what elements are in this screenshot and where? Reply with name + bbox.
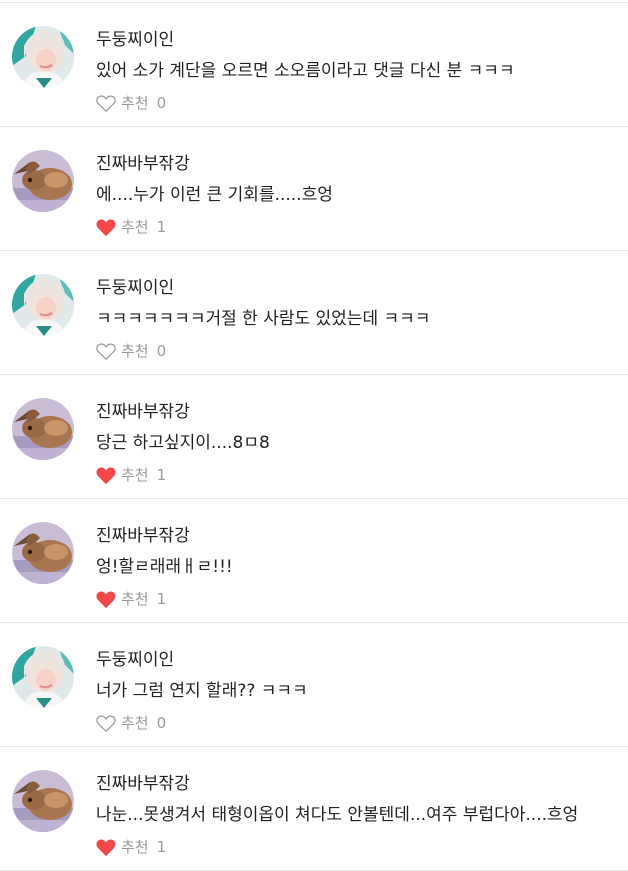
like-count: 1 — [156, 837, 167, 856]
comment-author[interactable]: 진짜바부잒강 — [96, 397, 190, 422]
comment-author[interactable]: 두둥찌이인 — [96, 645, 174, 670]
heart-icon — [95, 713, 117, 733]
like-label: 추천 — [121, 342, 149, 360]
like-button[interactable]: 추천 1 — [95, 464, 166, 485]
like-button[interactable]: 추천 0 — [95, 712, 166, 733]
comment-text: 있어 소가 계단을 오르면 소오름이라고 댓글 다신 분 ㅋㅋㅋ — [96, 61, 515, 81]
comment-list: 두둥찌이인 있어 소가 계단을 오르면 소오름이라고 댓글 다신 분 ㅋㅋㅋ 추… — [0, 3, 628, 871]
comment-item: 진짜바부잒강 당근 하고싶지이....8ㅁ8 추천 1 — [0, 375, 628, 499]
comment-author[interactable]: 진짜바부잒강 — [96, 521, 190, 546]
like-label: 추천 — [121, 466, 149, 484]
comment-item: 진짜바부잒강 나눈...못생겨서 태형이옵이 쳐다도 안볼텐데...여주 부럽다… — [0, 747, 628, 871]
like-button[interactable]: 추천 1 — [95, 836, 166, 857]
like-button[interactable]: 추천 0 — [95, 340, 166, 361]
like-label: 추천 — [121, 218, 149, 236]
avatar[interactable] — [12, 646, 74, 708]
comment-author[interactable]: 진짜바부잒강 — [96, 769, 190, 794]
heart-icon — [95, 589, 117, 609]
comment-item: 두둥찌이인 있어 소가 계단을 오르면 소오름이라고 댓글 다신 분 ㅋㅋㅋ 추… — [0, 3, 628, 127]
like-count: 1 — [156, 217, 167, 236]
like-button[interactable]: 추천 1 — [95, 588, 166, 609]
comment-text: 엉!할ㄹ래래ㅐㄹ!!! — [96, 557, 233, 577]
heart-icon — [95, 217, 117, 237]
like-label: 추천 — [121, 838, 149, 856]
comment-author[interactable]: 진짜바부잒강 — [96, 149, 190, 174]
like-count: 1 — [156, 465, 167, 484]
comment-item: 진짜바부잒강 에....누가 이런 큰 기회를.....흐엉 추천 1 — [0, 127, 628, 251]
like-count: 0 — [156, 93, 167, 112]
heart-icon — [95, 465, 117, 485]
heart-icon — [95, 341, 117, 361]
comment-item: 두둥찌이인 너가 그럼 연지 할래?? ㅋㅋㅋ 추천 0 — [0, 623, 628, 747]
like-label: 추천 — [121, 714, 149, 732]
comment-item: 진짜바부잒강 엉!할ㄹ래래ㅐㄹ!!! 추천 1 — [0, 499, 628, 623]
comment-text: 에....누가 이런 큰 기회를.....흐엉 — [96, 185, 333, 205]
like-count: 0 — [156, 713, 167, 732]
heart-icon — [95, 93, 117, 113]
comment-author[interactable]: 두둥찌이인 — [96, 273, 174, 298]
avatar[interactable] — [12, 770, 74, 832]
like-count: 0 — [156, 341, 167, 360]
heart-icon — [95, 837, 117, 857]
comment-text: 당근 하고싶지이....8ㅁ8 — [96, 433, 270, 453]
comment-text: ㅋㅋㅋㅋㅋㅋㅋ거절 한 사람도 있었는데 ㅋㅋㅋ — [96, 309, 431, 329]
like-label: 추천 — [121, 94, 149, 112]
avatar[interactable] — [12, 26, 74, 88]
avatar[interactable] — [12, 522, 74, 584]
comment-text: 너가 그럼 연지 할래?? ㅋㅋㅋ — [96, 681, 308, 701]
avatar[interactable] — [12, 398, 74, 460]
like-count: 1 — [156, 589, 167, 608]
avatar[interactable] — [12, 274, 74, 336]
avatar[interactable] — [12, 150, 74, 212]
like-button[interactable]: 추천 1 — [95, 216, 166, 237]
comment-text: 나눈...못생겨서 태형이옵이 쳐다도 안볼텐데...여주 부럽다아....흐엉 — [96, 805, 579, 825]
comment-author[interactable]: 두둥찌이인 — [96, 25, 174, 50]
like-label: 추천 — [121, 590, 149, 608]
like-button[interactable]: 추천 0 — [95, 92, 166, 113]
comment-item: 두둥찌이인 ㅋㅋㅋㅋㅋㅋㅋ거절 한 사람도 있었는데 ㅋㅋㅋ 추천 0 — [0, 251, 628, 375]
